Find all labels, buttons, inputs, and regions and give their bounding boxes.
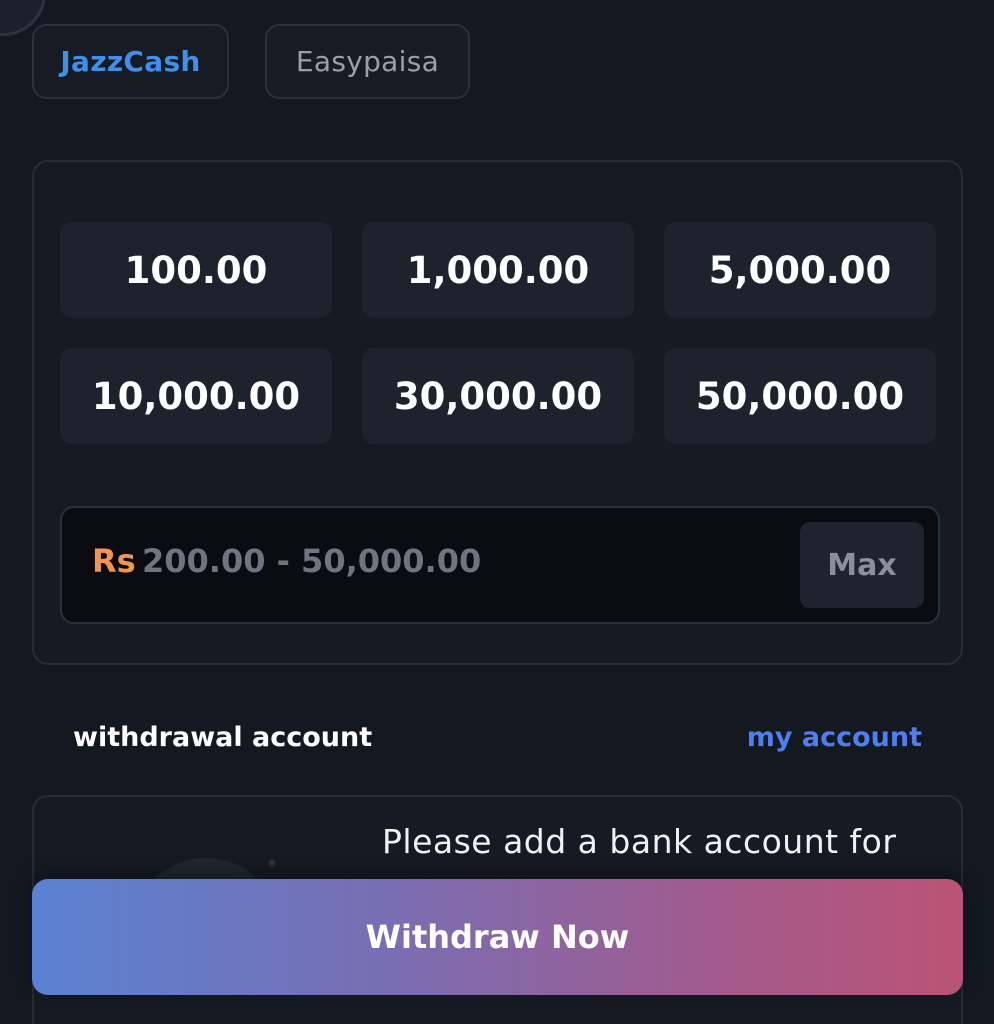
amount-chip-1000[interactable]: 1,000.00 [362, 222, 634, 318]
withdrawal-account-label: withdrawal account [73, 722, 373, 753]
amount-chip-30000[interactable]: 30,000.00 [362, 348, 634, 444]
tab-easypaisa[interactable]: Easypaisa [265, 24, 470, 99]
amount-placeholder: 200.00 - 50,000.00 [142, 542, 482, 580]
currency-label: Rs [92, 542, 136, 580]
tab-jazzcash[interactable]: JazzCash [32, 24, 229, 99]
amount-panel: 100.00 1,000.00 5,000.00 10,000.00 30,00… [32, 160, 963, 665]
amount-chip-5000[interactable]: 5,000.00 [664, 222, 936, 318]
max-button[interactable]: Max [800, 522, 924, 608]
amount-input[interactable]: Rs 200.00 - 50,000.00 Max [60, 506, 940, 624]
amount-chip-100[interactable]: 100.00 [60, 222, 332, 318]
withdraw-now-button[interactable]: Withdraw Now [32, 879, 963, 995]
amount-chip-10000[interactable]: 10,000.00 [60, 348, 332, 444]
empty-account-message: Please add a bank account for [382, 822, 897, 861]
withdraw-page: JazzCash Easypaisa 100.00 1,000.00 5,000… [0, 0, 994, 1024]
amount-chip-50000[interactable]: 50,000.00 [664, 348, 936, 444]
my-account-link[interactable]: my account [747, 722, 922, 753]
